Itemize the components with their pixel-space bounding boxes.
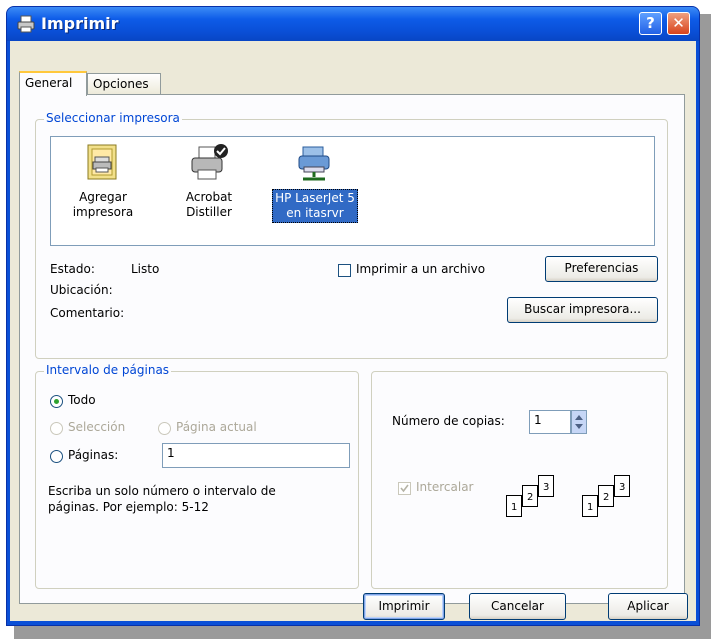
tab-opciones-label: Opciones [93,77,149,91]
page-2-icon: 2 [598,485,614,507]
add-printer-icon [83,143,123,183]
pages-input[interactable]: 1 [162,443,350,468]
tab-opciones[interactable]: Opciones [87,73,161,95]
current-page-label[interactable]: Página actual [176,420,257,434]
comment-label: Comentario: [50,306,125,320]
copies-label: Número de copias: [392,414,505,428]
select-printer-group: Seleccionar impresora Agregar impresora … [35,111,668,359]
check-icon [400,484,409,493]
printer-name: HP LaserJet 5 en itasrvr [272,189,358,223]
status-label: Estado: [50,262,95,276]
page-3-icon: 3 [614,475,630,497]
network-printer-icon [295,143,335,183]
tab-panel-general: Seleccionar impresora Agregar impresora … [19,94,685,604]
printer-list[interactable]: Agregar impresora Acrobat Distiller HP L… [50,136,655,246]
page-range-legend: Intervalo de páginas [44,363,172,377]
page-range-group: Intervalo de páginas Todo Selección Pági… [35,363,359,589]
collate-checkbox[interactable] [398,482,411,495]
page-2-icon: 2 [522,485,538,507]
help-button[interactable]: ? [639,12,662,35]
preferences-button[interactable]: Preferencias [545,256,658,282]
status-value: Listo [131,262,160,276]
printer-default-icon [189,143,229,183]
collate-label[interactable]: Intercalar [416,480,473,494]
close-button[interactable]: ✕ [667,12,690,35]
dialog-body: General Opciones Seleccionar impresora A… [10,41,696,621]
printer-name: Acrobat Distiller [185,190,233,219]
tab-general-label: General [25,76,73,90]
title-bar[interactable]: Imprimir ? ✕ [7,7,699,41]
help-icon: ? [646,14,655,32]
page-3-icon: 3 [538,475,554,497]
find-printer-button[interactable]: Buscar impresora... [507,297,658,323]
selection-radio[interactable] [50,422,63,435]
location-label: Ubicación: [50,283,113,297]
copies-input[interactable]: 1 [529,410,571,434]
copies-group: Número de copias: 1 Intercalar 3 2 1 3 2… [371,371,668,589]
all-pages-label[interactable]: Todo [68,393,96,407]
pages-label[interactable]: Páginas: [68,448,118,462]
all-pages-radio[interactable] [50,395,63,408]
window-title: Imprimir [41,14,119,33]
spin-arrows-icon [575,415,583,429]
selection-label[interactable]: Selección [68,420,125,434]
page-range-hint-line2: páginas. Por ejemplo: 5-12 [48,500,209,514]
printer-item-hp[interactable]: HP LaserJet 5 en itasrvr [267,143,363,223]
printer-icon [17,15,35,33]
printer-name: Agregar impresora [72,190,134,219]
printer-item-acrobat[interactable]: Acrobat Distiller [169,143,249,221]
tab-general[interactable]: General [19,71,87,96]
page-1-icon: 1 [506,495,522,517]
cancel-button[interactable]: Cancelar [469,593,566,620]
print-button[interactable]: Imprimir [363,593,445,620]
page-range-hint-line1: Escriba un solo número o intervalo de [48,484,276,498]
printer-item-add[interactable]: Agregar impresora [63,143,143,221]
close-icon: ✕ [672,14,685,32]
print-dialog: Imprimir ? ✕ General Opciones Selecciona… [6,6,700,626]
current-page-radio[interactable] [158,422,171,435]
apply-button[interactable]: Aplicar [608,593,688,620]
select-printer-legend: Seleccionar impresora [44,111,182,125]
print-to-file-label[interactable]: Imprimir a un archivo [356,262,485,276]
copies-spinner[interactable] [571,410,587,434]
print-to-file-checkbox[interactable] [338,264,351,277]
page-1-icon: 1 [582,495,598,517]
pages-radio[interactable] [50,450,63,463]
